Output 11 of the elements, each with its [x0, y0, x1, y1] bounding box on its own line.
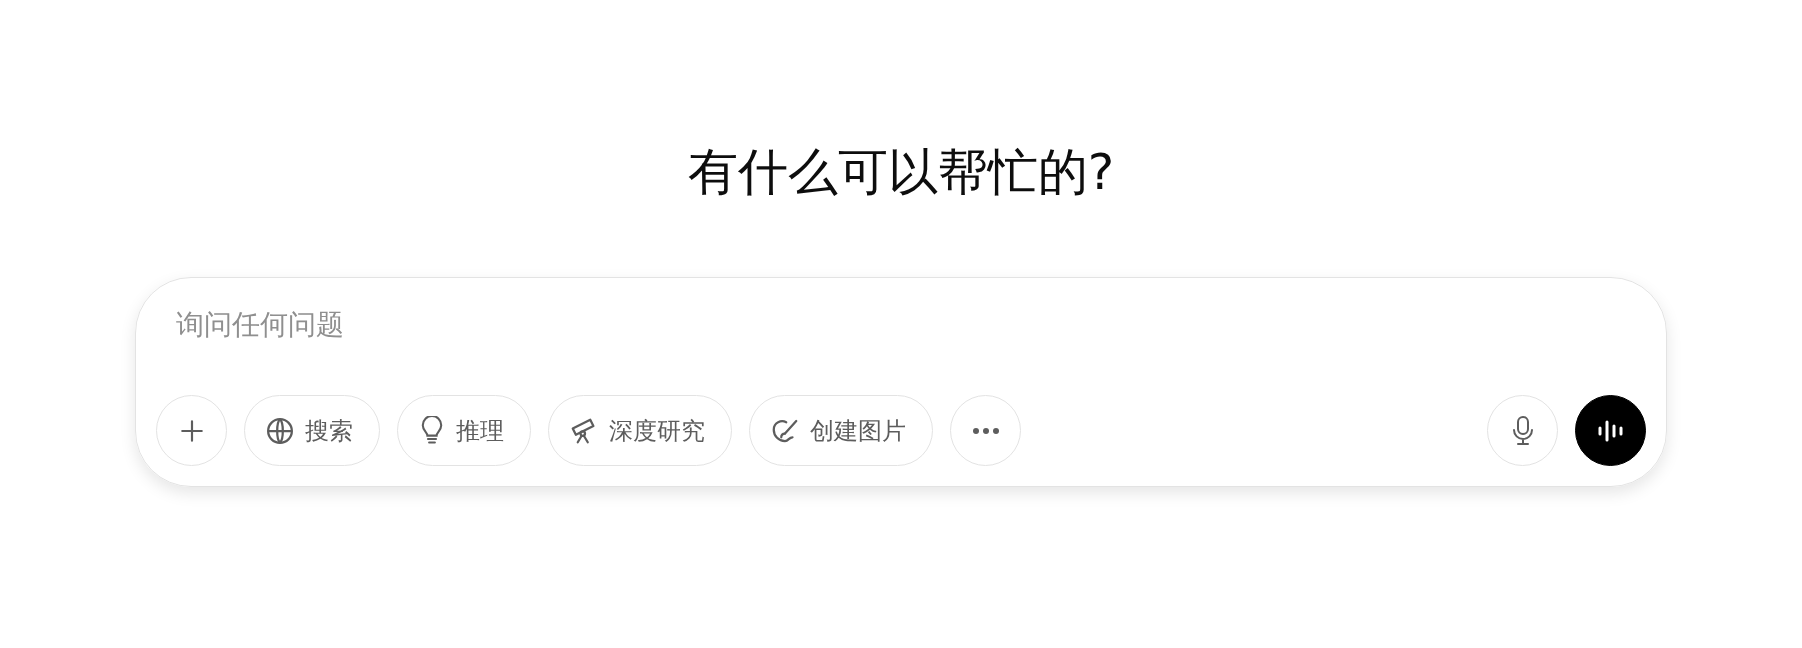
plus-icon [178, 417, 205, 444]
page-heading: 有什么可以帮忙的? [687, 142, 1115, 203]
sound-wave-icon [1596, 418, 1625, 443]
message-input[interactable]: 询问任何问题 [156, 298, 1646, 351]
tool-button[interactable]: 推理 [397, 395, 531, 466]
tool-button[interactable]: 深度研究 [548, 395, 732, 466]
tool-button[interactable]: 创建图片 [749, 395, 933, 466]
more-icon [971, 426, 1000, 435]
globe-icon [265, 415, 295, 446]
tool-button[interactable]: 搜索 [244, 395, 380, 466]
microphone-icon [1510, 414, 1535, 447]
